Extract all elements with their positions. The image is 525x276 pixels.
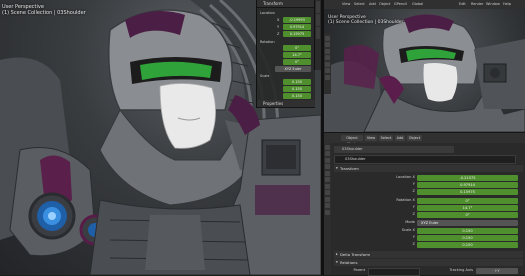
scale-x-row: Scale X 0.150 [324, 227, 525, 234]
np-location-x[interactable]: -0.19993 [283, 17, 311, 23]
object-name-field[interactable]: 03Shoulder [334, 155, 516, 164]
menu-object[interactable]: Object [379, 2, 390, 6]
np-rotation-x[interactable]: 0° [283, 45, 311, 51]
scale-y-label: Y [412, 235, 415, 239]
menu-add[interactable]: Add [369, 2, 376, 6]
np-scale-y[interactable]: 0.150 [283, 86, 311, 92]
menu-help[interactable]: Help [503, 2, 511, 6]
location-z-field[interactable]: 0.15975 [417, 188, 518, 195]
np-axis-x: X [277, 18, 280, 22]
object-breadcrumb[interactable]: 03Shoulder [334, 146, 454, 153]
np-scale-label: Scale [260, 74, 270, 78]
np-rotation-label: Rotation [260, 40, 275, 44]
chevron-right-icon: ▸ [336, 252, 338, 256]
header-view-button[interactable]: View [365, 135, 377, 141]
npanel-transform-header[interactable]: Transform [257, 0, 315, 8]
tracking-axis-dropdown[interactable]: +Y [476, 267, 518, 274]
object-mode-dropdown[interactable]: Object Mode [341, 135, 363, 146]
transform-section-header[interactable]: ▾ Transform [334, 165, 523, 172]
menu-global[interactable]: Global [412, 2, 423, 6]
rotation-mode-dropdown[interactable]: XYZ Euler [417, 219, 518, 226]
rotation-y-row: Y 14.7° [324, 204, 525, 211]
menu-edit[interactable]: Edit [459, 2, 466, 6]
chevron-down-icon: ▾ [336, 260, 338, 264]
menu-view[interactable]: View [342, 2, 350, 6]
np-scale-z[interactable]: 0.150 [283, 93, 311, 99]
location-z-label: Z [412, 189, 415, 193]
location-z-row: Z 0.15975 [324, 188, 525, 195]
location-y-row: Y 0.97914 [324, 181, 525, 188]
header-object-button[interactable]: Object [407, 135, 422, 141]
right-editor-area: View Select Add Object GPencil Global Ed… [324, 0, 525, 276]
npanel-tabs[interactable] [314, 0, 321, 70]
object-breadcrumb-label: 03Shoulder [342, 147, 363, 151]
np-rotation-y[interactable]: 14.7° [283, 52, 311, 58]
delta-transform-title: Delta Transform [340, 252, 371, 257]
sidebar-npanel: Transform Location X -0.19993 Y 0.97914 … [256, 0, 315, 108]
location-y-field[interactable]: 0.97914 [417, 181, 518, 188]
object-name-value: 03Shoulder [345, 157, 366, 161]
menu-render[interactable]: Render [471, 2, 483, 6]
right-viewport-info-2: (1) Scene Collection | 03Shoulder [328, 20, 404, 25]
location-y-label: Y [412, 182, 415, 186]
robot-render-right [324, 14, 525, 132]
np-rotation-z[interactable]: 0° [283, 59, 311, 65]
np-axis-z: Z [277, 32, 280, 36]
rotation-y-field[interactable]: 14.7° [417, 204, 518, 211]
left-3d-viewport[interactable]: User Perspective (1) Scene Collection | … [0, 0, 321, 275]
np-location-z[interactable]: 0.15975 [283, 31, 311, 37]
relations-header[interactable]: ▾ Relations [334, 259, 523, 266]
rotation-z-field[interactable]: 0° [417, 211, 518, 218]
scale-x-label: Scale X [401, 228, 415, 232]
np-scale-x[interactable]: 0.150 [283, 79, 311, 85]
rotation-x-label: Rotation X [396, 198, 415, 202]
rotation-x-field[interactable]: 0° [417, 197, 518, 204]
scale-z-label: Z [412, 242, 415, 246]
rotation-y-label: Y [412, 205, 415, 209]
scale-y-row: Y 0.150 [324, 234, 525, 241]
mode-label: Mode [405, 220, 415, 224]
tracking-axis-label: Tracking Axis [449, 268, 473, 272]
rotation-mode-row: Mode XYZ Euler [324, 219, 525, 226]
delta-transform-header[interactable]: ▸ Delta Transform [334, 251, 523, 258]
rotation-z-label: Z [412, 212, 415, 216]
toolbar-column[interactable] [324, 34, 331, 94]
rotation-x-row: Rotation X 0° [324, 197, 525, 204]
scale-y-field[interactable]: 0.150 [417, 234, 518, 241]
object-properties-panel: 03Shoulder 03Shoulder ▾ Transform Locati… [324, 143, 525, 276]
npanel-properties-header[interactable]: Properties [257, 100, 315, 108]
transform-section-title: Transform [340, 166, 359, 171]
scale-x-field[interactable]: 0.150 [417, 227, 518, 234]
np-axis-y: Y [277, 25, 280, 29]
properties-header-label: Properties [263, 101, 284, 106]
parent-label: Parent [353, 268, 365, 272]
parent-row: Parent Tracking Axis +Y [324, 267, 525, 276]
location-x-row: Location X -0.21575 [324, 174, 525, 181]
rotation-z-row: Z 0° [324, 211, 525, 218]
scale-z-field[interactable]: 0.150 [417, 241, 518, 248]
transform-header-label: Transform [263, 1, 283, 6]
location-x-label: Location X [396, 175, 415, 179]
menu-select[interactable]: Select [354, 2, 365, 6]
np-rotation-mode[interactable]: XYZ Euler [275, 66, 311, 72]
viewport-info-line-2: (1) Scene Collection | 03Shoulder [2, 10, 86, 16]
location-x-field[interactable]: -0.21575 [417, 174, 518, 181]
np-location-y[interactable]: 0.97914 [283, 24, 311, 30]
menu-gpencil[interactable]: GPencil [394, 2, 407, 6]
np-location-label: Location [260, 11, 275, 15]
chevron-down-icon: ▾ [336, 166, 338, 170]
relations-title: Relations [340, 260, 358, 265]
parent-field[interactable] [368, 267, 420, 276]
menu-window[interactable]: Window [486, 2, 500, 6]
header-add-button[interactable]: Add [395, 135, 405, 141]
header-select-button[interactable]: Select [379, 135, 393, 141]
right-3d-viewport[interactable]: User Perspective (1) Scene Collection | … [324, 9, 525, 132]
scale-z-row: Z 0.150 [324, 241, 525, 248]
